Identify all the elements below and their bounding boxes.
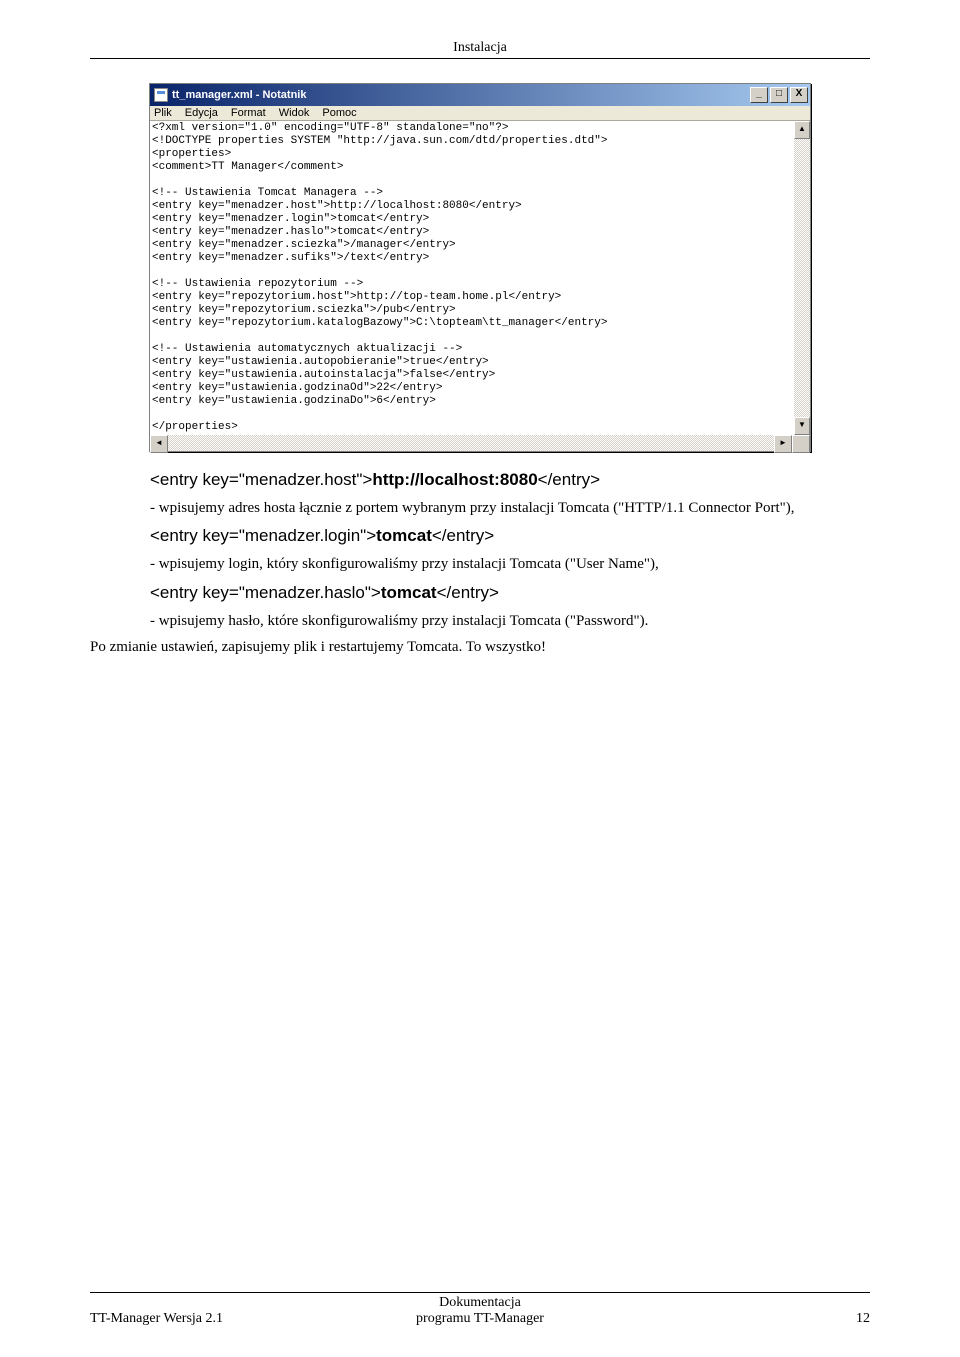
entry-haslo-suffix: </entry>: [437, 583, 499, 602]
body-line-4: Po zmianie ustawień, zapisujemy plik i r…: [90, 639, 870, 656]
menubar: Plik Edycja Format Widok Pomoc: [150, 106, 810, 121]
footer-right-blank: [610, 1295, 870, 1311]
body-line-2: - wpisujemy login, który skonfigurowaliś…: [150, 554, 870, 574]
entry-login-value: tomcat: [376, 526, 432, 545]
scroll-up-icon[interactable]: ▲: [794, 121, 810, 139]
page-header-title: Instalacja: [90, 40, 870, 56]
menu-file[interactable]: Plik: [154, 107, 172, 119]
notepad-window: tt_manager.xml - Notatnik _ □ X Plik Edy…: [149, 83, 811, 452]
header-rule: [90, 58, 870, 59]
entry-login-suffix: </entry>: [432, 526, 494, 545]
maximize-button[interactable]: □: [770, 87, 788, 103]
entry-host: <entry key="menadzer.host">http://localh…: [150, 470, 870, 490]
footer-center-bottom: programu TT-Manager: [350, 1311, 610, 1327]
footer-rule: [90, 1292, 870, 1293]
footer-version: TT-Manager Wersja 2.1: [90, 1311, 350, 1327]
footer-page-number: 12: [610, 1311, 870, 1327]
entry-haslo-value: tomcat: [381, 583, 437, 602]
menu-view[interactable]: Widok: [279, 107, 310, 119]
scroll-left-icon[interactable]: ◄: [150, 435, 168, 453]
scroll-right-icon[interactable]: ►: [774, 435, 792, 453]
scrollbar-horizontal[interactable]: ◄ ►: [150, 435, 810, 451]
minimize-button[interactable]: _: [750, 87, 768, 103]
menu-help[interactable]: Pomoc: [322, 107, 356, 119]
page-footer: Dokumentacja TT-Manager Wersja 2.1 progr…: [90, 1292, 870, 1327]
entry-host-suffix: </entry>: [538, 470, 600, 489]
scroll-track-h[interactable]: [168, 435, 774, 451]
window-title: tt_manager.xml - Notatnik: [172, 89, 750, 101]
titlebar: tt_manager.xml - Notatnik _ □ X: [150, 84, 810, 106]
scroll-down-icon[interactable]: ▼: [794, 417, 810, 435]
entry-host-value: http://localhost:8080: [372, 470, 537, 489]
menu-format[interactable]: Format: [231, 107, 266, 119]
scrollbar-vertical[interactable]: ▲ ▼: [794, 121, 810, 435]
footer-left: [90, 1295, 350, 1311]
footer-center-top: Dokumentacja: [350, 1295, 610, 1311]
entry-haslo-prefix: <entry key="menadzer.haslo">: [150, 583, 381, 602]
body-line-1: - wpisujemy adres hosta łącznie z portem…: [150, 498, 870, 518]
notepad-icon: [154, 88, 168, 102]
entry-haslo: <entry key="menadzer.haslo">tomcat</entr…: [150, 583, 870, 603]
entry-login: <entry key="menadzer.login">tomcat</entr…: [150, 526, 870, 546]
body-line-3: - wpisujemy hasło, które skonfigurowaliś…: [150, 611, 870, 631]
scrollbar-corner: [792, 435, 810, 453]
scroll-track-v[interactable]: [794, 139, 810, 417]
close-button[interactable]: X: [790, 87, 808, 103]
menu-edit[interactable]: Edycja: [185, 107, 218, 119]
entry-host-prefix: <entry key="menadzer.host">: [150, 470, 372, 489]
entry-login-prefix: <entry key="menadzer.login">: [150, 526, 376, 545]
editor-content[interactable]: <?xml version="1.0" encoding="UTF-8" sta…: [150, 121, 794, 435]
